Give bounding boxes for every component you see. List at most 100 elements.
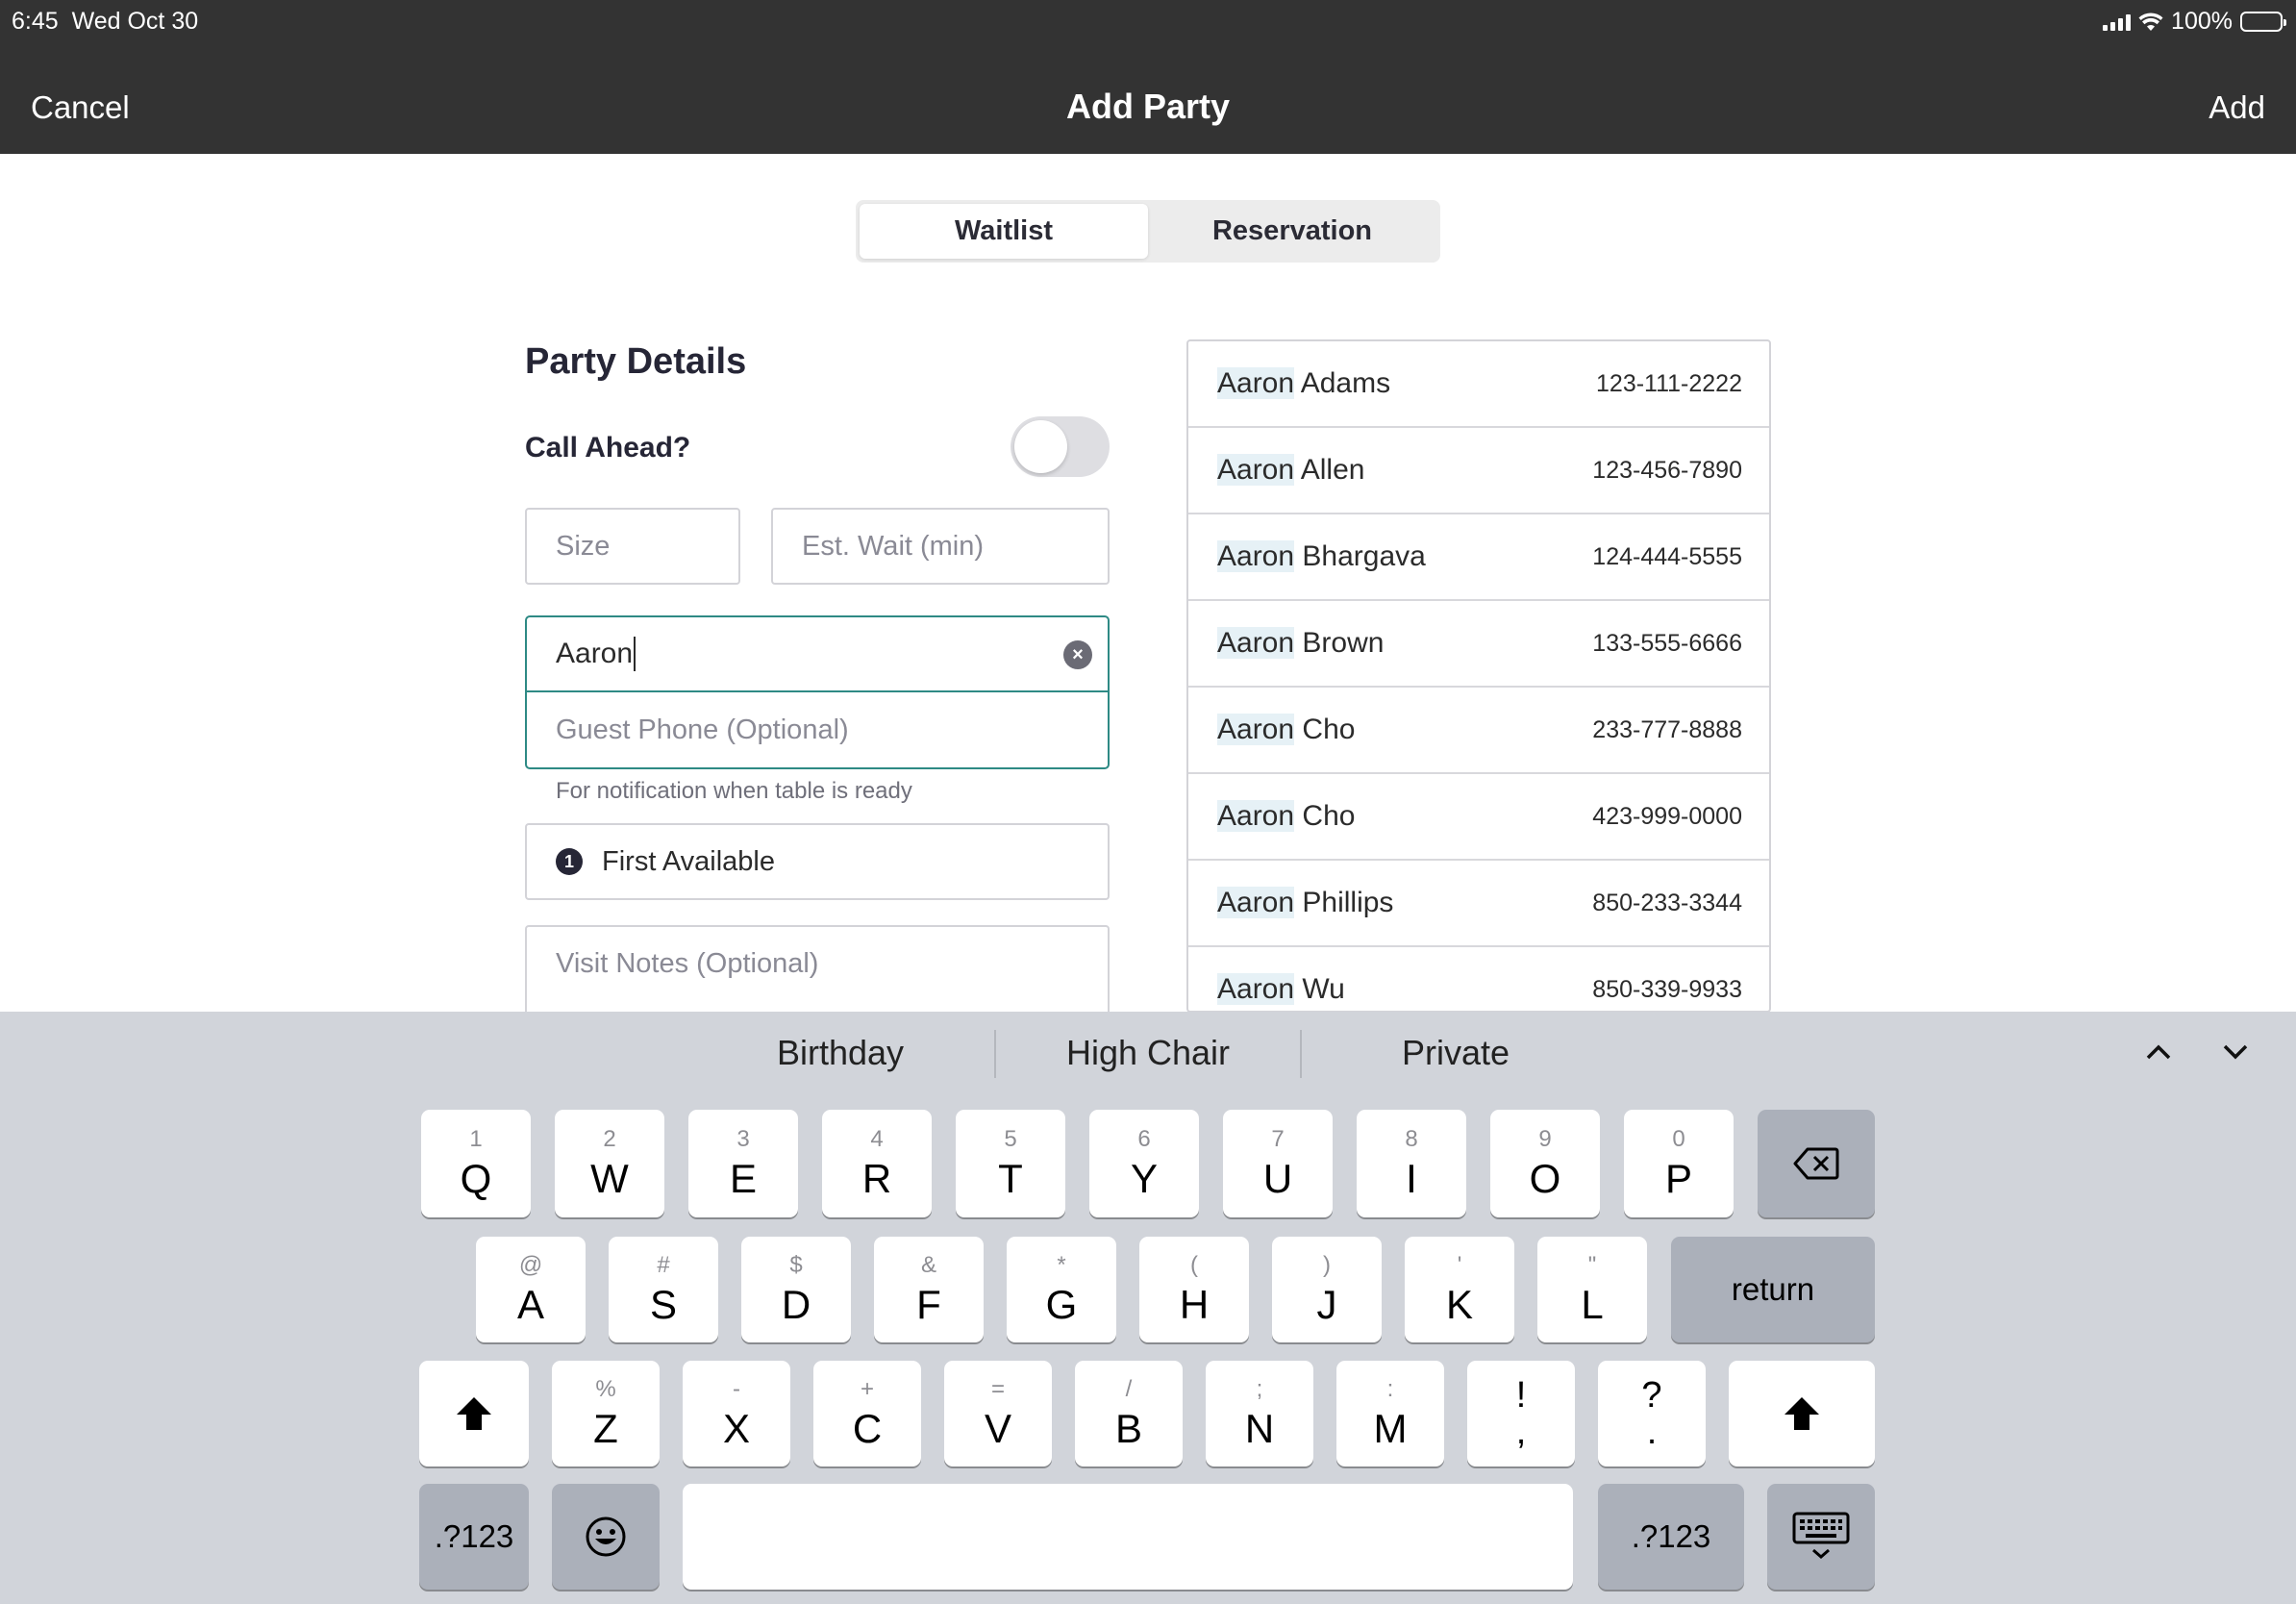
key-letter: S (649, 1282, 677, 1327)
key-hint: 0 (1672, 1126, 1685, 1152)
key-hint: 6 (1137, 1126, 1151, 1152)
key-l[interactable]: " L (1537, 1237, 1647, 1342)
call-ahead-toggle[interactable] (1011, 416, 1110, 477)
guest-name-input[interactable]: Aaron × (527, 617, 1108, 692)
key-hint: ( (1190, 1252, 1198, 1278)
size-field[interactable]: Size (525, 508, 740, 585)
key-w[interactable]: 2W (555, 1110, 664, 1217)
key-p[interactable]: 0P (1624, 1110, 1734, 1217)
name-rest: Phillips (1294, 887, 1394, 918)
return-key[interactable]: return (1671, 1237, 1875, 1342)
match-highlight: Aaron (1217, 540, 1295, 572)
key-b[interactable]: / B (1075, 1361, 1183, 1466)
numbers-label: .?123 (1631, 1518, 1711, 1554)
key-period[interactable]: ?. (1598, 1361, 1706, 1466)
shift-key-left[interactable] (419, 1361, 529, 1466)
key-r[interactable]: 4R (822, 1110, 932, 1217)
backspace-icon (1793, 1147, 1839, 1180)
key-hint: $ (789, 1252, 803, 1278)
key-letter: N (1244, 1406, 1275, 1451)
delete-key[interactable] (1758, 1110, 1875, 1217)
suggestion-phone: 123-456-7890 (1592, 456, 1742, 484)
suggestion-phone: 124-444-5555 (1592, 542, 1742, 570)
key-s[interactable]: # S (609, 1237, 718, 1342)
clear-icon[interactable]: × (1063, 640, 1092, 669)
seating-preference-field[interactable]: 1 First Available (525, 823, 1110, 900)
match-highlight: Aaron (1217, 454, 1295, 486)
suggestion-row[interactable]: Aaron Brown 133-555-6666 (1188, 601, 1769, 688)
key-letter: Z (593, 1406, 618, 1451)
chevron-up-icon[interactable] (2144, 1042, 2173, 1062)
key-alt: ! (1515, 1375, 1527, 1416)
predictive-text-bar: Birthday High Chair Private (0, 1012, 2296, 1094)
name-rest: Cho (1294, 714, 1356, 745)
tab-reservation[interactable]: Reservation (1148, 204, 1436, 259)
key-letter: H (1179, 1282, 1210, 1327)
seating-number-badge: 1 (556, 848, 583, 875)
mode-segmented-control: Waitlist Reservation (856, 200, 1440, 263)
suggestion-row[interactable]: Aaron Adams 123-111-2222 (1188, 341, 1769, 428)
key-c[interactable]: + C (813, 1361, 921, 1466)
key-comma[interactable]: !, (1467, 1361, 1575, 1466)
numbers-key-right[interactable]: .?123 (1598, 1484, 1744, 1590)
chevron-down-icon[interactable] (2221, 1042, 2250, 1062)
key-q[interactable]: 1Q (421, 1110, 531, 1217)
key-k[interactable]: ' K (1405, 1237, 1514, 1342)
key-letter: T (998, 1156, 1023, 1201)
prediction-item[interactable]: Birthday (686, 1033, 994, 1073)
suggestion-name: Aaron Wu (1217, 973, 1345, 1006)
key-v[interactable]: = V (944, 1361, 1052, 1466)
key-d[interactable]: $ D (741, 1237, 851, 1342)
key-hint: 8 (1405, 1126, 1418, 1152)
key-letter: Q (460, 1156, 492, 1201)
key-o[interactable]: 9O (1490, 1110, 1600, 1217)
key-x[interactable]: -X (683, 1361, 790, 1466)
suggestion-row[interactable]: Aaron Allen 123-456-7890 (1188, 428, 1769, 514)
key-hint: 5 (1004, 1126, 1017, 1152)
key-t[interactable]: 5T (956, 1110, 1065, 1217)
key-e[interactable]: 3E (688, 1110, 798, 1217)
suggestion-row[interactable]: Aaron Bhargava 124-444-5555 (1188, 514, 1769, 601)
emoji-key[interactable] (552, 1484, 660, 1590)
add-button[interactable]: Add (2209, 89, 2265, 126)
key-u[interactable]: 7U (1223, 1110, 1333, 1217)
suggestion-phone: 850-233-3344 (1592, 889, 1742, 916)
suggestion-phone: 850-339-9933 (1592, 975, 1742, 1003)
space-bar[interactable] (683, 1484, 1573, 1590)
key-m[interactable]: :M (1336, 1361, 1444, 1466)
suggestion-row[interactable]: Aaron Cho 233-777-8888 (1188, 688, 1769, 774)
key-letter: W (590, 1156, 629, 1201)
tab-waitlist[interactable]: Waitlist (860, 204, 1148, 259)
key-y[interactable]: 6Y (1089, 1110, 1199, 1217)
key-letter: R (861, 1156, 892, 1201)
guest-phone-input[interactable]: Guest Phone (Optional) (527, 692, 1108, 767)
prediction-item[interactable]: High Chair (994, 1033, 1302, 1073)
key-j[interactable]: ) J (1272, 1237, 1382, 1342)
return-label: return (1731, 1271, 1815, 1307)
key-g[interactable]: * G (1007, 1237, 1116, 1342)
numbers-label: .?123 (434, 1518, 514, 1554)
key-letter: F (916, 1282, 941, 1327)
shift-icon (457, 1397, 491, 1430)
key-f[interactable]: & F (874, 1237, 984, 1342)
battery-icon (2240, 12, 2286, 32)
suggestion-row[interactable]: Aaron Phillips 850-233-3344 (1188, 861, 1769, 947)
size-placeholder: Size (556, 530, 611, 562)
suggestion-name: Aaron Cho (1217, 714, 1355, 746)
key-i[interactable]: 8I (1357, 1110, 1466, 1217)
numbers-key-left[interactable]: .?123 (419, 1484, 529, 1590)
key-hint: ' (1457, 1252, 1462, 1278)
suggestion-row[interactable]: Aaron Wu 850-339-9933 (1188, 947, 1769, 1011)
est-wait-field[interactable]: Est. Wait (min) (771, 508, 1110, 585)
key-z[interactable]: % Z (552, 1361, 660, 1466)
prediction-item[interactable]: Private (1302, 1033, 1610, 1073)
key-n[interactable]: ; N (1206, 1361, 1313, 1466)
name-rest: Adams (1294, 367, 1391, 399)
suggestion-row[interactable]: Aaron Cho 423-999-0000 (1188, 774, 1769, 861)
key-hint: + (860, 1376, 874, 1402)
key-h[interactable]: (H (1139, 1237, 1249, 1342)
key-a[interactable]: @ A (476, 1237, 586, 1342)
dismiss-keyboard-key[interactable] (1767, 1484, 1875, 1590)
key-hint: % (595, 1376, 616, 1402)
shift-key-right[interactable] (1729, 1361, 1875, 1466)
